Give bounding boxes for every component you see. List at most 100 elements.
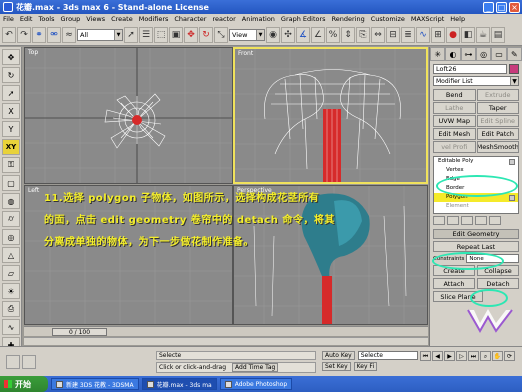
select-rotate-icon[interactable]: ↻	[199, 26, 213, 43]
detach-button[interactable]: Detach	[477, 278, 519, 289]
auto-key-button[interactable]: Auto Key	[322, 351, 355, 360]
selection-lock-icon[interactable]	[22, 355, 36, 369]
repeat-last-button[interactable]: Repeat Last	[433, 241, 519, 252]
menu-tools[interactable]: Tools	[38, 15, 54, 23]
make-unique-icon[interactable]	[461, 216, 473, 225]
previous-frame-icon[interactable]: ◀	[432, 351, 443, 361]
configure-modifier-sets-icon[interactable]	[489, 216, 501, 225]
mirror-icon[interactable]: ⇔	[371, 26, 385, 43]
set-key-button[interactable]: Set Key	[322, 362, 351, 371]
window-crossing-icon[interactable]: ▣	[169, 26, 183, 43]
stack-item-vertex[interactable]: Vertex	[434, 166, 518, 175]
menu-edit[interactable]: Edit	[20, 15, 33, 23]
lock-icon[interactable]: ⚿	[2, 157, 20, 173]
zoom-icon[interactable]: ⌕	[480, 351, 491, 361]
shape-icon[interactable]: ∿	[2, 319, 20, 335]
stack-visibility-icon[interactable]	[509, 195, 515, 201]
play-icon[interactable]: ▶	[444, 351, 455, 361]
y-axis-icon[interactable]: Y	[2, 121, 20, 137]
bind-spacewarp-icon[interactable]: ≈	[62, 26, 76, 43]
stack-item-editable-poly[interactable]: Editable Poly	[434, 157, 518, 166]
bend-button[interactable]: Bend	[433, 89, 476, 101]
angle-snap-icon[interactable]: ∠	[311, 26, 325, 43]
edit-spline-button[interactable]: Edit Spline	[476, 115, 519, 127]
taper-button[interactable]: Taper	[476, 102, 519, 114]
utilities-tab-icon[interactable]: ✎	[506, 47, 522, 61]
sphere-icon[interactable]: ◍	[2, 193, 20, 209]
pan-icon[interactable]: ✋	[492, 351, 503, 361]
orbit-icon[interactable]: ⟳	[504, 351, 515, 361]
select-move-icon[interactable]: ✥	[184, 26, 198, 43]
viewport-label-front[interactable]: Front	[238, 50, 253, 57]
attach-button[interactable]: Attach	[433, 278, 475, 289]
maxscript-listener-icon[interactable]	[6, 355, 20, 369]
go-to-start-icon[interactable]: ⏮	[420, 351, 431, 361]
layer-manager-icon[interactable]: ≣	[401, 26, 415, 43]
object-name-field[interactable]: Loft26	[433, 64, 507, 74]
add-time-tag-button[interactable]: Add Time Tag	[232, 363, 279, 372]
viewport-label-top[interactable]: Top	[28, 49, 38, 56]
select-manipulate-icon[interactable]: ✣	[281, 26, 295, 43]
link-icon[interactable]: ⚭	[32, 26, 46, 43]
close-button[interactable]: ×	[509, 1, 520, 13]
unlink-icon[interactable]: ⚮	[47, 26, 61, 43]
hierarchy-tab-icon[interactable]: ⊶	[460, 47, 476, 61]
snaps-toggle-icon[interactable]: ∡	[296, 26, 310, 43]
track-bar[interactable]	[24, 337, 428, 345]
viewport-label-left[interactable]: Left	[28, 187, 39, 194]
create-tab-icon[interactable]: ✳	[430, 47, 446, 61]
modifier-list-select[interactable]: Modifier List ▼	[433, 76, 519, 86]
viewport-top[interactable]: Top	[24, 47, 233, 184]
redo-icon[interactable]: ↷	[17, 26, 31, 43]
menu-graph-editors[interactable]: Graph Editors	[281, 15, 326, 23]
menu-create[interactable]: Create	[111, 15, 133, 23]
edit-geometry-rollout[interactable]: Edit Geometry	[433, 229, 519, 239]
x-axis-icon[interactable]: X	[2, 103, 20, 119]
render-scene-icon[interactable]: ◧	[461, 26, 475, 43]
menu-help[interactable]: Help	[450, 15, 465, 23]
cone-icon[interactable]: △	[2, 247, 20, 263]
motion-tab-icon[interactable]: ◎	[475, 47, 492, 61]
xy-axis-button[interactable]: XY	[2, 139, 20, 155]
lathe-button[interactable]: Lathe	[433, 102, 476, 114]
region-select-icon[interactable]: ⬚	[154, 26, 168, 43]
pin-stack-icon[interactable]	[433, 216, 445, 225]
menu-file[interactable]: File	[3, 15, 14, 23]
quick-render-icon[interactable]: ☕	[476, 26, 490, 43]
render-type-icon[interactable]: ▤	[491, 26, 505, 43]
next-frame-icon[interactable]: ▷	[456, 351, 467, 361]
select-move-icon[interactable]: ✥	[2, 49, 20, 65]
select-scale-icon[interactable]: ⤡	[214, 26, 228, 43]
select-by-name-icon[interactable]: ☰	[139, 26, 153, 43]
show-end-result-icon[interactable]	[447, 216, 459, 225]
modify-tab-icon[interactable]: ◐	[445, 47, 461, 61]
menu-customize[interactable]: Customize	[371, 15, 405, 23]
undo-icon[interactable]: ↶	[2, 26, 16, 43]
uvw-map-button[interactable]: UVW Map	[433, 115, 476, 127]
menu-reactor[interactable]: reactor	[212, 15, 235, 23]
extrude-button[interactable]: Extrude	[476, 89, 519, 101]
stack-item-element[interactable]: Element	[434, 202, 518, 211]
arrow-icon[interactable]: ➚	[2, 85, 20, 101]
torus-icon[interactable]: ◎	[2, 229, 20, 245]
select-rotate-icon[interactable]: ↻	[2, 67, 20, 83]
menu-group[interactable]: Group	[61, 15, 81, 23]
taskbar-item[interactable]: Adobe Photoshop	[219, 378, 293, 390]
key-mode-select[interactable]: Selecte	[357, 351, 418, 360]
box-icon[interactable]: ▢	[2, 175, 20, 191]
meshsmooth-button[interactable]: MeshSmooth	[476, 141, 519, 153]
pivot-center-icon[interactable]: ◉	[266, 26, 280, 43]
edit-mesh-button[interactable]: Edit Mesh	[433, 128, 476, 140]
menu-modifiers[interactable]: Modifiers	[139, 15, 169, 23]
selection-filter-select[interactable]: All ▼	[77, 28, 123, 41]
spinner-snap-icon[interactable]: ⇕	[341, 26, 355, 43]
maximize-button[interactable]: □	[496, 1, 507, 13]
menu-views[interactable]: Views	[86, 15, 105, 23]
stack-visibility-icon[interactable]	[509, 159, 515, 165]
key-filters-button[interactable]: Key Fi	[353, 362, 378, 371]
percent-snap-icon[interactable]: %	[326, 26, 340, 43]
start-button[interactable]: 开始	[0, 376, 48, 392]
go-to-end-icon[interactable]: ⏭	[468, 351, 479, 361]
cylinder-icon[interactable]: ⌭	[2, 211, 20, 227]
taskbar-item[interactable]: 花瓣.max - 3ds ma	[141, 378, 217, 390]
